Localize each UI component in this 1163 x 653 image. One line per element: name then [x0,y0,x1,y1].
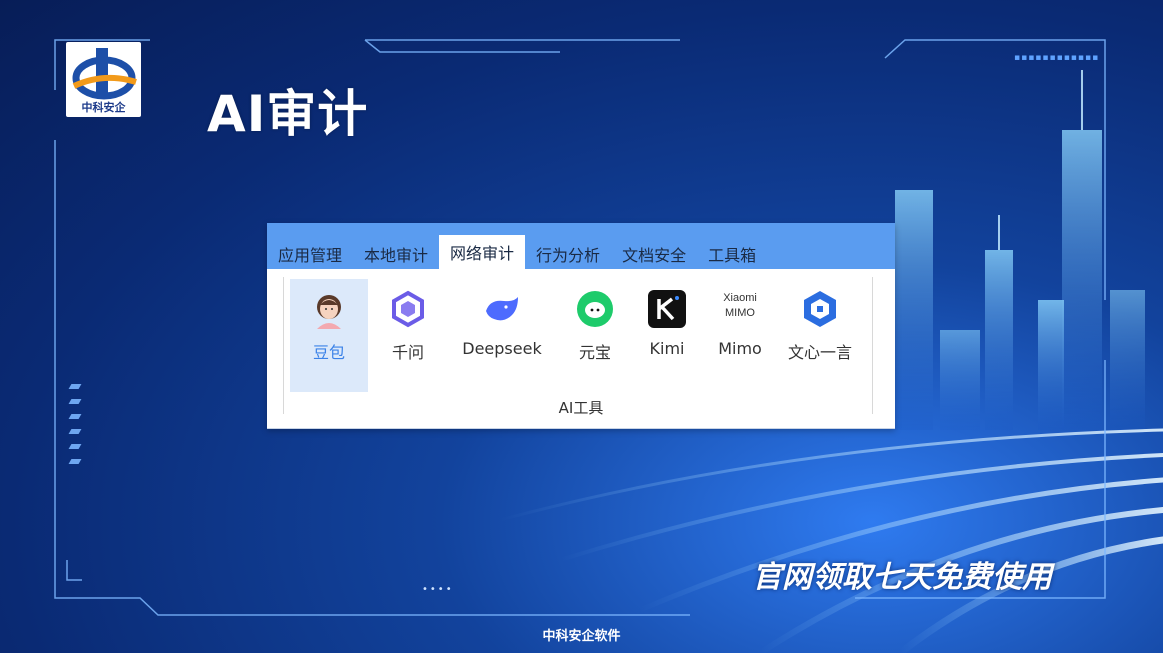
tab-behavior-analysis[interactable]: 行为分析 [525,239,611,269]
wenxin-icon [804,291,836,327]
city-skyline [895,70,1145,430]
ribbon-bottom-border [267,428,895,429]
tool-mimo[interactable]: Xiaomi MIMO Mimo [708,279,772,392]
tab-local-audit[interactable]: 本地审计 [353,239,439,269]
mimo-icon-text: Xiaomi MIMO [723,292,757,319]
tab-network-audit[interactable]: 网络审计 [439,235,526,269]
ai-tools-group: 豆包 千问 Deepseek 元宝 Kimi Xiaomi MIMO Mimo … [283,277,873,414]
ribbon-panel: 豆包 千问 Deepseek 元宝 Kimi Xiaomi MIMO Mimo … [267,269,895,429]
promo-tagline: 官网领取七天免费使用 [752,560,1052,595]
tab-document-security[interactable]: 文档安全 [611,239,697,269]
kimi-icon [648,290,686,328]
ribbon-tab-bar: 应用管理 本地审计 网络审计 行为分析 文档安全 工具箱 [267,223,895,269]
tab-app-management[interactable]: 应用管理 [267,239,353,269]
tool-label: Deepseek [462,339,542,358]
tool-yuanbao[interactable]: 元宝 [564,279,626,392]
qianwen-icon [392,290,424,328]
tool-qianwen[interactable]: 千问 [374,279,442,392]
tool-label: 豆包 [312,343,345,362]
decorative-stripes [68,384,82,474]
tool-label: Mimo [718,339,762,358]
light-streaks [498,428,1163,653]
tool-deepseek[interactable]: Deepseek [452,279,552,392]
tool-label: 元宝 [578,343,611,362]
decorative-dots: ▪▪▪▪▪▪▪▪▪▪▪▪ [1014,53,1100,63]
footer-company-name: 中科安企软件 [542,628,621,643]
company-logo: 中科安企 [66,42,141,117]
tool-label: 文心一言 [787,343,852,362]
decorative-dots-bottom: •••• [422,584,454,595]
logo-mark-icon [72,48,137,100]
app-ribbon-window: 应用管理 本地审计 网络审计 行为分析 文档安全 工具箱 豆包 千问 Deeps… [267,223,895,429]
tool-label: Kimi [649,339,685,358]
logo-caption: 中科安企 [81,101,126,114]
tab-toolbox[interactable]: 工具箱 [697,239,767,269]
doubao-icon [317,295,341,329]
tool-kimi[interactable]: Kimi [636,279,698,392]
tool-wenxin[interactable]: 文心一言 [780,279,860,392]
deepseek-icon [486,297,518,321]
group-label: AI工具 [558,399,604,417]
page-title: AI审计 [207,85,369,143]
yuanbao-icon [577,291,613,327]
mimo-icon: Xiaomi MIMO [720,291,760,331]
tool-label: 千问 [391,343,424,362]
tool-doubao[interactable]: 豆包 [290,279,368,392]
